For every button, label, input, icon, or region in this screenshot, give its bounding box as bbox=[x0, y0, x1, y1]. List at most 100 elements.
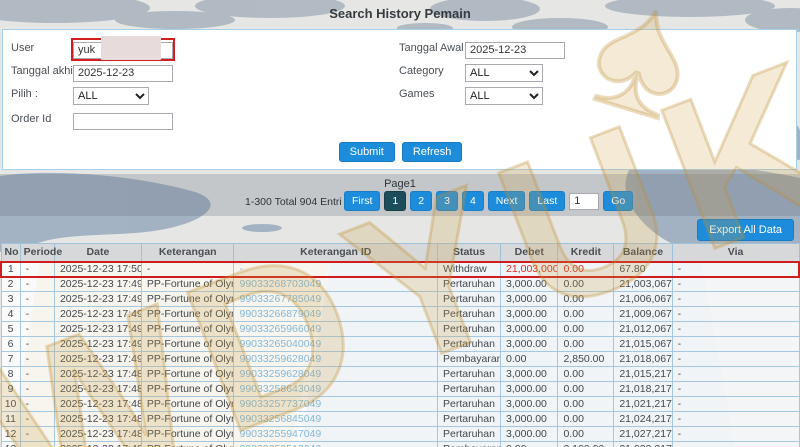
cell-periode: - bbox=[19, 366, 55, 382]
cell-kredit: 0.00 bbox=[557, 276, 615, 292]
table-row: 13-2025-12-23 17:48:53PP-Fortune of Olym… bbox=[0, 441, 800, 447]
cell-no: 4 bbox=[0, 306, 21, 322]
cell-kredit: 0.00 bbox=[557, 396, 615, 412]
cell-via: - bbox=[671, 381, 800, 397]
cell-debet: 3,000.00 bbox=[500, 381, 559, 397]
cell-no: 1 bbox=[0, 260, 21, 278]
cell-via: - bbox=[671, 426, 800, 442]
cell-balance: 21,027,217.80 bbox=[613, 426, 673, 442]
column-header-balance: Balance bbox=[613, 243, 673, 262]
tanggal-akhir-input[interactable] bbox=[73, 64, 173, 82]
cell-keterangan: PP-Fortune of Olympus bbox=[140, 306, 235, 322]
page-button-2[interactable]: 2 bbox=[410, 191, 433, 211]
table-row: 12-2025-12-23 17:48:54PP-Fortune of Olym… bbox=[0, 426, 800, 442]
tanggal-awal-label: Tanggal Awal bbox=[399, 42, 464, 54]
cell-no: 10 bbox=[0, 396, 21, 412]
cell-kredit: 0.00 bbox=[557, 366, 615, 382]
column-header-via: Via bbox=[671, 243, 800, 262]
cell-status: Pembayaran bbox=[436, 441, 502, 447]
column-header-debet: Debet bbox=[500, 243, 559, 262]
cell-date: 2025-12-23 17:49:06 bbox=[53, 321, 142, 337]
cell-keterangan-id[interactable]: 99033256845049 bbox=[233, 411, 438, 427]
cell-keterangan-id[interactable]: 99033268703049 bbox=[233, 276, 438, 292]
cell-kredit: 0.00 bbox=[557, 260, 615, 278]
order-id-input[interactable] bbox=[73, 112, 173, 130]
pilih-select[interactable]: ALL bbox=[73, 87, 149, 105]
cell-via: - bbox=[671, 441, 800, 447]
table-row: 2-2025-12-23 17:49:10PP-Fortune of Olymp… bbox=[0, 276, 800, 292]
category-select[interactable]: ALL bbox=[465, 64, 543, 82]
table-header: No Periode Date Keterangan Keterangan ID Stat… bbox=[0, 243, 800, 262]
cell-periode: - bbox=[19, 441, 55, 447]
cell-date: 2025-12-23 17:48:58 bbox=[53, 366, 142, 382]
table-row: 8-2025-12-23 17:48:58PP-Fortune of Olymp… bbox=[0, 366, 800, 382]
cell-periode: - bbox=[19, 321, 55, 337]
page-button-4[interactable]: 4 bbox=[461, 191, 484, 211]
cell-kredit: 2,850.00 bbox=[557, 351, 615, 367]
cell-debet: 3,000.00 bbox=[500, 291, 559, 307]
cell-no: 11 bbox=[0, 411, 21, 427]
cell-periode: - bbox=[19, 351, 55, 367]
cell-status: Pertaruhan bbox=[436, 426, 502, 442]
column-header-no: No bbox=[0, 243, 21, 262]
column-header-periode: Periode bbox=[19, 243, 62, 262]
table-row: 6-2025-12-23 17:49:05PP-Fortune of Olymp… bbox=[0, 336, 800, 352]
cell-kredit: 0.00 bbox=[557, 321, 615, 337]
history-table-container: No Periode Date Keterangan Keterangan ID Stat… bbox=[0, 243, 800, 447]
page-indicator: Page1 bbox=[384, 178, 416, 190]
next-page-button[interactable]: Next bbox=[487, 191, 526, 211]
cell-kredit: 0.00 bbox=[557, 306, 615, 322]
submit-button[interactable]: Submit bbox=[338, 142, 395, 162]
cell-keterangan-id[interactable]: 99033259628049 bbox=[233, 366, 438, 382]
cell-date: 2025-12-23 17:48:56 bbox=[53, 396, 142, 412]
table-row: 1-2025-12-23 17:50:15--Withdraw21,003,00… bbox=[0, 260, 800, 278]
cell-balance: 21,018,217.80 bbox=[613, 381, 673, 397]
cell-via: - bbox=[671, 306, 800, 322]
history-table: No Periode Date Keterangan Keterangan ID Stat… bbox=[0, 243, 800, 447]
cell-keterangan-id: - bbox=[233, 260, 438, 278]
cell-status: Pertaruhan bbox=[436, 276, 502, 292]
cell-balance: 21,018,067.80 bbox=[613, 351, 673, 367]
column-header-status: Status bbox=[436, 243, 502, 262]
refresh-button[interactable]: Refresh bbox=[401, 142, 463, 162]
cell-no: 3 bbox=[0, 291, 21, 307]
cell-keterangan: PP-Fortune of Olympus bbox=[140, 381, 235, 397]
games-select[interactable]: ALL bbox=[465, 87, 543, 105]
cell-balance: 21,024,217.80 bbox=[613, 411, 673, 427]
cell-periode: - bbox=[19, 426, 55, 442]
cell-keterangan-id[interactable]: 99033259628049 bbox=[233, 351, 438, 367]
page-button-1[interactable]: 1 bbox=[384, 191, 407, 211]
go-button[interactable]: Go bbox=[603, 191, 634, 211]
cell-keterangan-id[interactable]: 99033266879049 bbox=[233, 306, 438, 322]
cell-status: Pertaruhan bbox=[436, 321, 502, 337]
cell-date: 2025-12-23 17:49:09 bbox=[53, 291, 142, 307]
cell-keterangan-id[interactable]: 99033265966049 bbox=[233, 321, 438, 337]
cell-status: Pertaruhan bbox=[436, 291, 502, 307]
cell-debet: 21,003,000.00 bbox=[500, 260, 559, 278]
cell-keterangan-id[interactable]: 99033265040049 bbox=[233, 336, 438, 352]
cell-date: 2025-12-23 17:48:57 bbox=[53, 381, 142, 397]
export-all-data-button[interactable]: Export All Data bbox=[697, 219, 794, 241]
cell-no: 2 bbox=[0, 276, 21, 292]
cell-keterangan-id[interactable]: 99033255947049 bbox=[233, 426, 438, 442]
cell-periode: - bbox=[19, 411, 55, 427]
cell-no: 12 bbox=[0, 426, 21, 442]
cell-kredit: 0.00 bbox=[557, 381, 615, 397]
cell-keterangan-id[interactable]: 99033257737049 bbox=[233, 396, 438, 412]
cell-kredit: 0.00 bbox=[557, 426, 615, 442]
last-page-button[interactable]: Last bbox=[529, 191, 566, 211]
tanggal-awal-input[interactable] bbox=[465, 41, 565, 59]
cell-debet: 3,000.00 bbox=[500, 396, 559, 412]
cell-balance: 21,009,067.80 bbox=[613, 306, 673, 322]
cell-periode: - bbox=[19, 381, 55, 397]
cell-balance: 67.80 bbox=[613, 260, 673, 278]
cell-debet: 3,000.00 bbox=[500, 411, 559, 427]
page-button-3[interactable]: 3 bbox=[436, 191, 458, 211]
cell-keterangan-id[interactable]: 99033250513049 bbox=[233, 441, 438, 447]
goto-page-input[interactable] bbox=[569, 192, 600, 210]
cell-keterangan-id[interactable]: 99033267785049 bbox=[233, 291, 438, 307]
cell-kredit: 0.00 bbox=[557, 291, 615, 307]
cell-keterangan-id[interactable]: 99033258643049 bbox=[233, 381, 438, 397]
cell-no: 8 bbox=[0, 366, 21, 382]
first-page-button[interactable]: First bbox=[344, 191, 381, 211]
